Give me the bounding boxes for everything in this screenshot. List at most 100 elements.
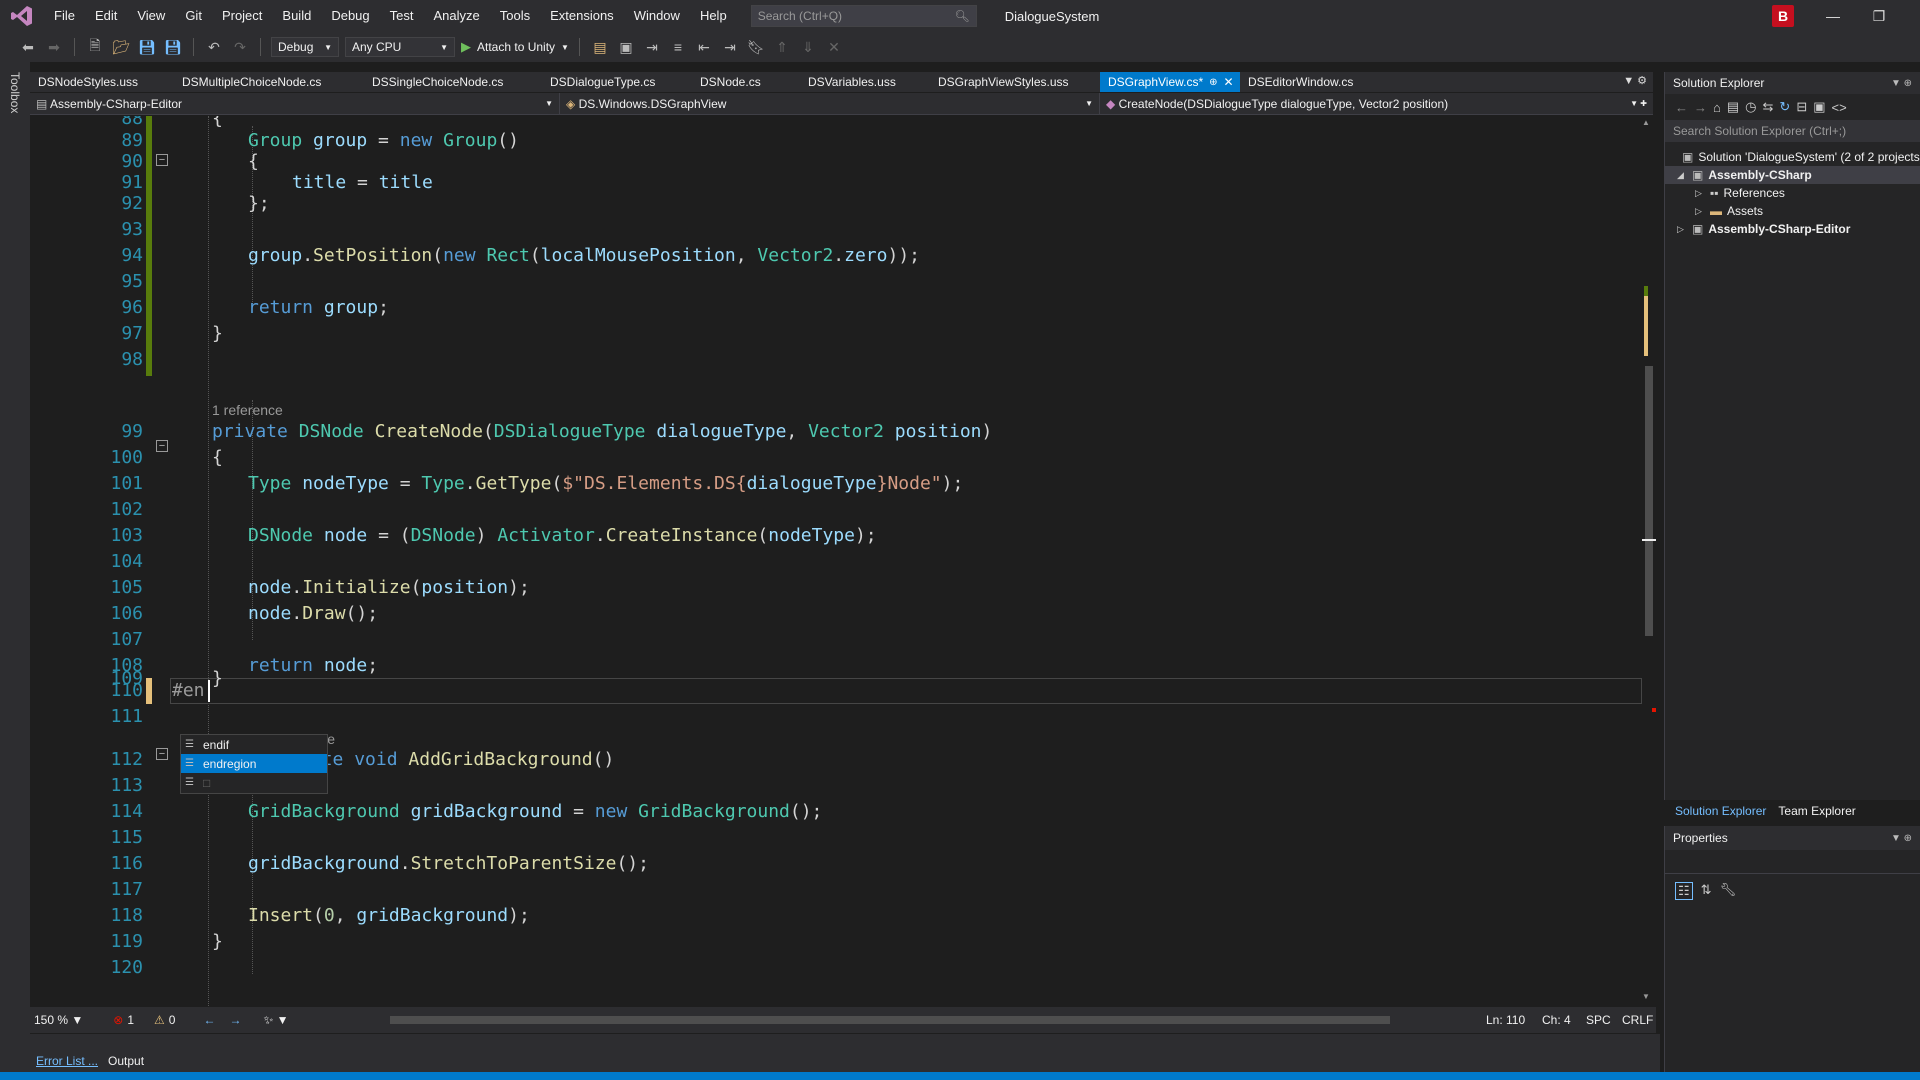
tree-item-solution[interactable]: ▣ Solution 'DialogueSystem' (2 of 2 proj… bbox=[1665, 148, 1920, 166]
completion-item-endif[interactable]: ☰ endif bbox=[181, 735, 327, 754]
sync-icon[interactable]: ⇆ bbox=[1763, 99, 1774, 115]
close-icon[interactable]: ✕ bbox=[1224, 75, 1234, 89]
bookmark-icon[interactable]: 🔖︎ bbox=[746, 39, 766, 56]
show-all-files-icon[interactable]: ▣ bbox=[1813, 99, 1825, 115]
screenshot-icon[interactable]: ▣ bbox=[616, 39, 636, 56]
step-icon[interactable]: ⇥ bbox=[642, 39, 662, 56]
properties-object-selector[interactable] bbox=[1665, 850, 1920, 874]
collapsed-arrow-icon[interactable]: ▷ bbox=[1677, 224, 1687, 235]
save-all-icon[interactable]: 💾︎ bbox=[163, 39, 183, 56]
categorized-icon[interactable]: ☷ bbox=[1675, 882, 1693, 900]
type-dropdown[interactable]: ◈ DS.Windows.DSGraphView ▼ bbox=[560, 92, 1100, 115]
scrollbar-thumb[interactable] bbox=[390, 1016, 1390, 1024]
nav-forward-icon[interactable]: → bbox=[229, 1013, 241, 1027]
tree-item-assets[interactable]: ▷ ▬ Assets bbox=[1665, 202, 1920, 220]
clear-bookmarks-icon[interactable]: ✕ bbox=[824, 39, 844, 56]
menu-analyze[interactable]: Analyze bbox=[423, 0, 489, 32]
outdent-icon[interactable]: ⇤ bbox=[694, 39, 714, 56]
menu-build[interactable]: Build bbox=[272, 0, 321, 32]
tab-overflow-icon[interactable]: ▼ ⚙︎ bbox=[1623, 74, 1647, 87]
menu-test[interactable]: Test bbox=[380, 0, 424, 32]
warning-count[interactable]: ⚠︎ 0 bbox=[154, 1013, 175, 1027]
configuration-dropdown[interactable]: Debug ▼ bbox=[271, 37, 339, 57]
next-bookmark-icon[interactable]: ⇓ bbox=[798, 39, 818, 56]
menu-project[interactable]: Project bbox=[212, 0, 272, 32]
open-folder-icon[interactable]: 📂︎ bbox=[111, 39, 131, 56]
menu-help[interactable]: Help bbox=[690, 0, 737, 32]
tab-error-list[interactable]: Error List ... bbox=[36, 1054, 98, 1068]
attach-to-unity-button[interactable]: ▶ Attach to Unity ▼ bbox=[461, 39, 569, 55]
quick-search-input[interactable]: Search (Ctrl+Q) 🔍︎ bbox=[750, 5, 977, 27]
menu-debug[interactable]: Debug bbox=[321, 0, 379, 32]
tab-solution-explorer[interactable]: Solution Explorer bbox=[1675, 804, 1766, 818]
save-icon[interactable]: 💾︎ bbox=[137, 39, 157, 56]
error-count[interactable]: ⊗ 1 bbox=[113, 1013, 134, 1027]
scroll-down-icon[interactable]: ▼ bbox=[1642, 992, 1650, 1001]
code-view-icon[interactable]: <> bbox=[1832, 100, 1847, 115]
property-pages-icon[interactable]: 🔧︎ bbox=[1720, 882, 1737, 900]
scroll-up-icon[interactable]: ▲ bbox=[1642, 118, 1650, 127]
tab-dsmultiplechoicenode[interactable]: DSMultipleChoiceNode.cs bbox=[174, 72, 364, 92]
forward-icon[interactable]: ➡︎ bbox=[44, 39, 64, 56]
tab-dseditorwindow[interactable]: DSEditorWindow.cs bbox=[1240, 72, 1380, 92]
menu-tools[interactable]: Tools bbox=[490, 0, 540, 32]
platform-dropdown[interactable]: Any CPU ▼ bbox=[345, 37, 455, 57]
home-icon[interactable]: ⌂ bbox=[1713, 100, 1721, 115]
menu-git[interactable]: Git bbox=[175, 0, 212, 32]
tab-dsnodestyles[interactable]: DSNodeStyles.uss bbox=[30, 72, 174, 92]
collapsed-arrow-icon[interactable]: ▷ bbox=[1695, 188, 1705, 199]
panel-options-icon[interactable]: ▼ ⊕ bbox=[1891, 833, 1912, 844]
menu-view[interactable]: View bbox=[127, 0, 175, 32]
panel-options-icon[interactable]: ▼ ⊕ bbox=[1891, 78, 1912, 89]
undo-icon[interactable]: ↶ bbox=[204, 39, 224, 56]
line-ending[interactable]: CRLF bbox=[1622, 1013, 1653, 1027]
pin-icon[interactable]: ⊕ bbox=[1209, 77, 1217, 88]
refresh-icon[interactable]: ↻ bbox=[1779, 99, 1790, 115]
filter-icon[interactable]: ☰ bbox=[185, 777, 197, 788]
minimize-icon[interactable]: — bbox=[1810, 0, 1856, 32]
forward-icon[interactable]: → bbox=[1694, 100, 1707, 115]
restore-icon[interactable]: ❐ bbox=[1856, 0, 1902, 32]
code-cleanup-icon[interactable]: ✨︎ ▼ bbox=[263, 1013, 288, 1028]
tab-dsnode[interactable]: DSNode.cs bbox=[692, 72, 800, 92]
format-icon[interactable]: ≡ bbox=[668, 39, 688, 55]
account-avatar[interactable]: B bbox=[1772, 5, 1794, 27]
collapsed-arrow-icon[interactable]: ▷ bbox=[1695, 206, 1705, 217]
new-project-icon[interactable]: 🗎︎ bbox=[85, 35, 105, 59]
nav-back-icon[interactable]: ← bbox=[203, 1013, 215, 1027]
filter-toggle-icon[interactable]: □ bbox=[203, 776, 210, 790]
member-dropdown[interactable]: ◆ CreateNode(DSDialogueType dialogueType… bbox=[1100, 93, 1653, 115]
editor-vertical-scrollbar[interactable]: ▲ ▼ bbox=[1642, 116, 1656, 1006]
codelens-references[interactable]: 1 reference bbox=[212, 401, 283, 419]
expanded-arrow-icon[interactable]: ◢ bbox=[1677, 170, 1687, 181]
menu-file[interactable]: File bbox=[44, 0, 85, 32]
tab-team-explorer[interactable]: Team Explorer bbox=[1778, 804, 1855, 818]
completion-item-endregion[interactable]: ☰ endregion bbox=[181, 754, 327, 773]
tree-item-assembly-csharp[interactable]: ◢ ▣ Assembly-CSharp bbox=[1665, 166, 1920, 184]
back-icon[interactable]: ⬅︎ bbox=[18, 39, 38, 56]
menu-window[interactable]: Window bbox=[624, 0, 690, 32]
tree-item-references[interactable]: ▷ ▪▪ References bbox=[1665, 184, 1920, 202]
code-editor[interactable]: − − − 88 { 89 Group group = new Group() … bbox=[30, 116, 1642, 1006]
scrollbar-thumb[interactable] bbox=[1645, 366, 1653, 636]
zoom-dropdown[interactable]: 150 % ▼ bbox=[34, 1013, 83, 1027]
tab-dsgraphview[interactable]: DSGraphView.cs* ⊕ ✕ bbox=[1100, 72, 1240, 92]
whitespace-mode[interactable]: SPC bbox=[1586, 1013, 1611, 1027]
project-dropdown[interactable]: ▤ Assembly-CSharp-Editor ▼ bbox=[30, 92, 560, 115]
menu-extensions[interactable]: Extensions bbox=[540, 0, 624, 32]
indent-icon[interactable]: ⇥ bbox=[720, 39, 740, 56]
tab-dsdialoguetype[interactable]: DSDialogueType.cs bbox=[542, 72, 692, 92]
menu-edit[interactable]: Edit bbox=[85, 0, 127, 32]
prev-bookmark-icon[interactable]: ⇑ bbox=[772, 39, 792, 56]
tab-output[interactable]: Output bbox=[108, 1054, 144, 1068]
toolbox-tab[interactable]: Toolbox bbox=[8, 72, 22, 113]
tree-item-assembly-csharp-editor[interactable]: ▷ ▣ Assembly-CSharp-Editor bbox=[1665, 220, 1920, 238]
back-icon[interactable]: ← bbox=[1675, 100, 1688, 115]
tab-dsvariables[interactable]: DSVariables.uss bbox=[800, 72, 930, 92]
collapse-all-icon[interactable]: ⊟ bbox=[1796, 99, 1807, 115]
solution-search-input[interactable]: Search Solution Explorer (Ctrl+;) bbox=[1665, 120, 1920, 142]
redo-icon[interactable]: ↷ bbox=[230, 39, 250, 56]
alphabetical-icon[interactable]: ⇅ bbox=[1701, 882, 1712, 900]
switch-views-icon[interactable]: ▤ bbox=[1727, 99, 1739, 115]
editor-horizontal-scrollbar[interactable] bbox=[390, 1016, 1490, 1024]
